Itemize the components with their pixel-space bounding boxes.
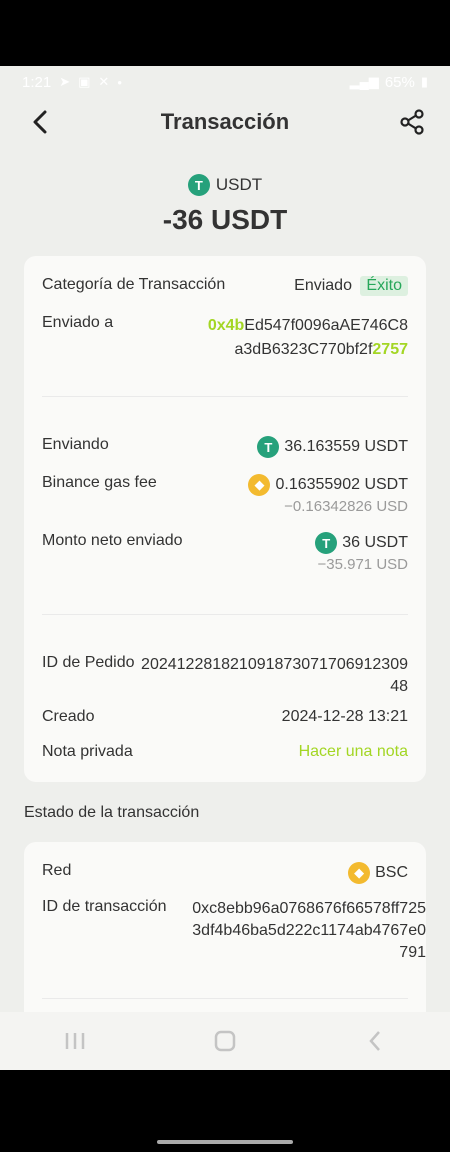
gas-fee-value: 0.16355902 USDT: [275, 476, 408, 493]
system-navigation-bar: [0, 1012, 450, 1070]
home-icon: [214, 1030, 236, 1052]
top-bar: Transacción: [0, 98, 450, 146]
page-title: Transacción: [160, 109, 290, 134]
battery-level: 65%: [384, 73, 415, 91]
gallery-icon: ▣: [78, 74, 91, 89]
gas-fee-row: Binance gas fee ◆ 0.16355902 USDT −0.163…: [42, 474, 408, 515]
divider: [42, 396, 408, 397]
divider: [42, 614, 408, 615]
sent-to-row: Enviado a 0x4bEd547f0096aAE746C8 a3dB632…: [42, 314, 408, 362]
usdt-icon: T: [257, 436, 280, 458]
sending-label: Enviando: [42, 436, 109, 453]
net-amount-value: 36 USDT: [342, 534, 408, 551]
recent-apps-button[interactable]: [55, 1021, 95, 1061]
usdt-icon: T: [315, 532, 338, 554]
created-label: Creado: [42, 708, 95, 725]
address-mid: Ed547f0096aAE746C8: [244, 317, 408, 334]
back-button[interactable]: [22, 104, 58, 140]
transaction-details-card: Categoría de Transacción Enviado Éxito E…: [24, 256, 426, 782]
transaction-status-heading: Estado de la transacción: [24, 804, 200, 821]
transaction-amount: -36 USDT: [162, 204, 288, 235]
category-row: Categoría de Transacción Enviado Éxito: [42, 276, 408, 296]
net-amount-label: Monto neto enviado: [42, 532, 183, 549]
bnb-icon: ◆: [348, 862, 371, 884]
asset-label: T USDT: [0, 174, 450, 196]
gas-fee-label: Binance gas fee: [42, 474, 157, 491]
battery-icon: ▮: [420, 74, 428, 89]
asset-symbol: USDT: [215, 175, 263, 194]
gas-fee-usd: −0.16342826 USD: [284, 498, 408, 515]
created-value: 2024-12-28 13:21: [281, 708, 408, 725]
recipient-address[interactable]: 0x4bEd547f0096aAE746C8 a3dB6323C770bf2f2…: [208, 314, 408, 362]
dot-icon: •: [117, 74, 122, 90]
system-back-button[interactable]: [355, 1021, 395, 1061]
net-amount-usd: −35.971 USD: [317, 556, 408, 573]
private-note-label: Nota privada: [42, 743, 133, 760]
signal-icon: ▂▄▆: [349, 74, 379, 89]
order-id-label: ID de Pedido: [42, 654, 135, 671]
net-amount-row: Monto neto enviado T 36 USDT −35.971 USD: [42, 532, 408, 573]
network-label: Red: [42, 862, 72, 879]
status-time: 1:21: [22, 73, 52, 91]
txid-value[interactable]: 0xc8ebb96a0768676f66578ff725 3df4b46ba5d…: [192, 898, 426, 964]
txid-label: ID de transacción: [42, 898, 167, 915]
share-icon: [400, 109, 424, 135]
order-id-value[interactable]: 202412281821091873071706912309 48: [141, 654, 408, 698]
sent-to-label: Enviado a: [42, 314, 114, 331]
chevron-left-icon: [33, 110, 47, 134]
app-screen: 1:21 ➤ ▣ ✕ • ▂▄▆ 65% ▮ Transacción T USD: [0, 66, 450, 1070]
sending-value: 36.163559 USDT: [284, 438, 408, 455]
order-id-row: ID de Pedido 202412281821091873071706912…: [42, 654, 408, 698]
address-line2: a3dB6323C770bf2f: [234, 341, 373, 358]
divider: [42, 998, 408, 999]
created-row: Creado 2024-12-28 13:21: [42, 708, 408, 726]
address-prefix: 0x4b: [207, 317, 245, 334]
status-badge: Éxito: [360, 276, 408, 296]
usdt-icon: T: [187, 174, 210, 196]
telegram-icon: ➤: [59, 74, 71, 89]
private-note-row: Nota privada Hacer una nota: [42, 743, 408, 761]
add-note-link[interactable]: Hacer una nota: [299, 743, 408, 761]
back-arrow-icon: [369, 1031, 380, 1051]
share-button[interactable]: [394, 104, 430, 140]
address-suffix: 2757: [372, 341, 408, 358]
network-value: BSC: [375, 864, 408, 881]
status-bar: 1:21 ➤ ▣ ✕ • ▂▄▆ 65% ▮: [0, 66, 450, 98]
tools-icon: ✕: [98, 74, 110, 89]
gesture-handle[interactable]: [157, 1140, 293, 1144]
recent-apps-icon: [65, 1033, 85, 1049]
category-value: Enviado: [294, 277, 352, 294]
sending-row: Enviando T 36.163559 USDT: [42, 436, 408, 458]
txid-row: ID de transacción 0xc8ebb96a0768676f6657…: [42, 898, 426, 964]
category-label: Categoría de Transacción: [42, 276, 226, 293]
bnb-icon: ◆: [248, 474, 271, 496]
network-row: Red ◆ BSC: [42, 862, 408, 884]
home-button[interactable]: [205, 1021, 245, 1061]
